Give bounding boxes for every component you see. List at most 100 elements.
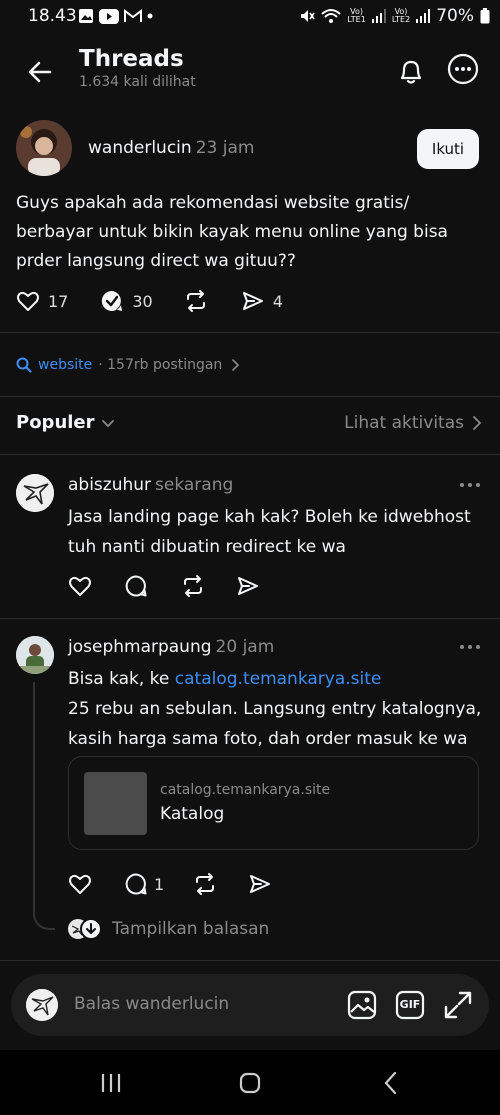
share-button[interactable]: 4 bbox=[241, 289, 283, 313]
reply-actions bbox=[68, 572, 260, 600]
more-circle-icon bbox=[447, 53, 479, 85]
notification-button[interactable] bbox=[394, 54, 428, 88]
home-icon bbox=[239, 1072, 261, 1094]
gallery-icon bbox=[79, 9, 93, 23]
reply-time: 20 jam bbox=[215, 637, 275, 657]
reply-body: Bisa kak, ke catalog.temankarya.site 25 … bbox=[68, 664, 488, 754]
reply-avatars-stack bbox=[68, 918, 102, 940]
reply-comment-button[interactable]: 1 bbox=[124, 872, 164, 896]
comment-icon[interactable] bbox=[124, 574, 148, 598]
link-preview-card[interactable]: catalog.temankarya.site Katalog bbox=[68, 756, 479, 850]
battery-icon bbox=[480, 8, 490, 24]
home-button[interactable] bbox=[239, 1072, 261, 1094]
reply-avatar[interactable] bbox=[16, 474, 54, 512]
system-back-button[interactable] bbox=[381, 1071, 401, 1095]
avatar-sketch bbox=[16, 474, 54, 512]
avatar-sketch bbox=[26, 989, 58, 1021]
composer-avatar bbox=[26, 989, 58, 1021]
reply-username[interactable]: josephmarpaung bbox=[68, 637, 212, 657]
follow-button[interactable]: Ikuti bbox=[417, 129, 479, 169]
reply-more-button[interactable] bbox=[458, 480, 482, 490]
page-title: Threads bbox=[79, 46, 184, 72]
view-activity-label: Lihat aktivitas bbox=[344, 413, 464, 433]
divider bbox=[0, 454, 500, 455]
top-bar: Threads 1.634 kali dilihat bbox=[0, 34, 500, 110]
topic-name[interactable]: website bbox=[38, 357, 92, 373]
arrow-left-icon bbox=[28, 61, 52, 83]
chevron-right-icon bbox=[232, 359, 240, 371]
status-time: 18.43 bbox=[28, 6, 77, 26]
composer-input[interactable]: Balas wanderlucin bbox=[74, 994, 229, 1014]
sort-dropdown[interactable]: Populer bbox=[16, 412, 115, 433]
reply-prefix: Bisa kak, ke bbox=[68, 669, 175, 689]
topic-meta: · 157rb postingan bbox=[98, 357, 223, 373]
link-title: Katalog bbox=[160, 804, 225, 824]
gif-label: GIF bbox=[399, 998, 421, 1011]
reply-comment-count: 1 bbox=[154, 874, 165, 894]
reply-composer[interactable]: Balas wanderlucin GIF bbox=[11, 974, 489, 1036]
reply-author[interactable]: abiszuhur sekarang bbox=[68, 475, 233, 495]
show-replies-label: Tampilkan balasan bbox=[112, 919, 270, 939]
image-icon bbox=[347, 990, 377, 1020]
post-actions: 17 30 4 bbox=[16, 286, 283, 316]
repost-icon[interactable] bbox=[180, 574, 206, 598]
ellipsis-icon bbox=[460, 645, 480, 649]
sort-bar: Populer Lihat aktivitas bbox=[16, 412, 484, 440]
divider bbox=[0, 960, 500, 961]
sort-label: Populer bbox=[16, 412, 95, 433]
topic-tag[interactable]: website · 157rb postingan bbox=[16, 354, 242, 376]
ellipsis-icon bbox=[460, 483, 480, 487]
divider bbox=[0, 618, 500, 619]
reply-rest: 25 rebu an sebulan. Langsung entry katal… bbox=[68, 699, 482, 749]
reply-link[interactable]: catalog.temankarya.site bbox=[175, 669, 382, 689]
heart-icon[interactable] bbox=[68, 872, 92, 896]
recent-apps-icon bbox=[101, 1074, 121, 1092]
gmail-icon bbox=[124, 9, 142, 22]
status-bar: 18.43 Vo) LTE1 Vo) LTE2 70% bbox=[0, 0, 500, 34]
send-icon[interactable] bbox=[248, 872, 272, 896]
recent-apps-button[interactable] bbox=[99, 1072, 123, 1094]
like-button[interactable]: 17 bbox=[16, 289, 68, 313]
reply-line-1: Bisa kak, ke catalog.temankarya.site bbox=[68, 664, 488, 694]
reply-button[interactable]: 30 bbox=[100, 289, 153, 313]
system-icons: Vo) LTE1 Vo) LTE2 70% bbox=[299, 6, 490, 26]
arrow-down-circle-icon bbox=[80, 918, 102, 940]
heart-icon[interactable] bbox=[68, 574, 92, 598]
repost-icon[interactable] bbox=[192, 872, 218, 896]
reply-count: 30 bbox=[132, 291, 153, 311]
post-body: Guys apakah ada rekomendasi website grat… bbox=[16, 193, 448, 271]
comment-checked-icon bbox=[102, 290, 123, 311]
reply-username[interactable]: abiszuhur bbox=[68, 475, 151, 495]
divider bbox=[0, 396, 500, 397]
notification-icons bbox=[78, 8, 153, 24]
system-nav-bar bbox=[0, 1050, 500, 1115]
gif-button[interactable]: GIF bbox=[395, 990, 425, 1020]
repost-button[interactable] bbox=[183, 289, 209, 313]
back-button[interactable] bbox=[22, 54, 58, 90]
send-icon[interactable] bbox=[236, 574, 260, 598]
post-author-avatar[interactable] bbox=[16, 120, 72, 176]
comment-icon bbox=[125, 873, 147, 895]
search-icon bbox=[16, 357, 32, 373]
reply-author[interactable]: josephmarpaung 20 jam bbox=[68, 637, 274, 657]
link-domain: catalog.temankarya.site bbox=[160, 782, 331, 798]
reply-actions: 1 bbox=[68, 870, 272, 898]
divider bbox=[0, 332, 500, 333]
view-activity-link[interactable]: Lihat aktivitas bbox=[344, 413, 484, 433]
more-options-button[interactable] bbox=[446, 52, 480, 86]
send-icon bbox=[242, 292, 263, 310]
wifi-icon bbox=[321, 9, 342, 23]
expand-button[interactable] bbox=[442, 989, 474, 1021]
post-time: 23 jam bbox=[195, 138, 255, 158]
chevron-down-icon bbox=[101, 419, 114, 427]
post-username[interactable]: wanderlucin bbox=[88, 138, 192, 158]
post-author[interactable]: wanderlucin 23 jam bbox=[88, 138, 254, 158]
reply-avatar[interactable] bbox=[16, 636, 54, 674]
reply-more-button[interactable] bbox=[458, 642, 482, 652]
image-button[interactable] bbox=[347, 990, 377, 1020]
sim1-label: Vo) LTE1 bbox=[347, 7, 366, 24]
expand-icon bbox=[444, 991, 472, 1019]
repost-icon bbox=[186, 290, 205, 312]
sim2-label: Vo) LTE2 bbox=[391, 7, 411, 24]
show-replies-button[interactable]: Tampilkan balasan bbox=[68, 918, 269, 940]
